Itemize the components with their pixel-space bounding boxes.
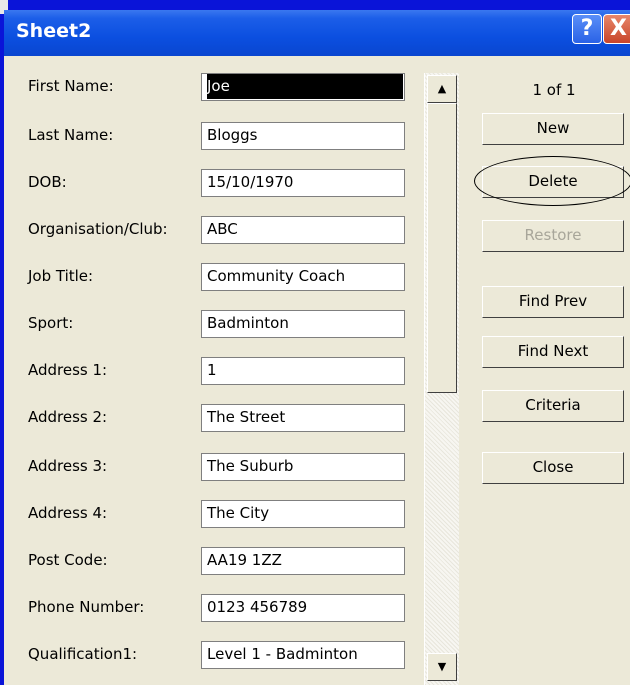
scroll-down-button[interactable]: ▼: [427, 653, 457, 681]
field-label: Last Name:: [28, 126, 114, 144]
phone-number-field[interactable]: 0123 456789: [201, 594, 405, 622]
close-icon: X: [610, 16, 627, 41]
address-2-field[interactable]: The Street: [201, 404, 405, 432]
arrow-down-icon: ▼: [437, 660, 447, 673]
close-button[interactable]: Close: [482, 452, 624, 484]
scroll-up-button[interactable]: ▲: [427, 75, 457, 103]
help-icon: ?: [580, 16, 594, 41]
field-label: Address 1:: [28, 361, 108, 379]
close-window-button[interactable]: X: [603, 14, 630, 44]
address-3-field[interactable]: The Suburb: [201, 453, 405, 481]
address-1-field[interactable]: 1: [201, 357, 405, 385]
field-label: Sport:: [28, 314, 74, 332]
field-label: Job Title:: [28, 267, 94, 285]
field-label: Qualification1:: [28, 645, 138, 663]
first-name-field[interactable]: Joe: [201, 73, 405, 101]
restore-button: Restore: [482, 220, 624, 252]
qualification-1-field[interactable]: Level 1 - Badminton: [201, 641, 405, 669]
new-button[interactable]: New: [482, 113, 624, 145]
title-bar[interactable]: Sheet2 ? X: [4, 10, 630, 56]
field-label: Organisation/Club:: [28, 220, 168, 238]
find-next-button[interactable]: Find Next: [482, 336, 624, 368]
field-label: First Name:: [28, 77, 114, 95]
field-label: Phone Number:: [28, 598, 145, 616]
field-label: Address 3:: [28, 457, 108, 475]
scroll-thumb[interactable]: [427, 103, 457, 393]
sport-field[interactable]: Badminton: [201, 310, 405, 338]
last-name-field[interactable]: Bloggs: [201, 122, 405, 150]
record-scrollbar[interactable]: ▲ ▼: [424, 73, 459, 685]
dob-field[interactable]: 15/10/1970: [201, 169, 405, 197]
arrow-up-icon: ▲: [437, 82, 447, 95]
field-label: DOB:: [28, 173, 67, 191]
window-title: Sheet2: [16, 20, 92, 42]
field-value: Joe: [207, 74, 403, 99]
field-label: Address 4:: [28, 504, 108, 522]
find-prev-button[interactable]: Find Prev: [482, 286, 624, 318]
criteria-button[interactable]: Criteria: [482, 390, 624, 422]
address-4-field[interactable]: The City: [201, 500, 405, 528]
data-form-window: Sheet2 ? X First Name: Joe Last Name: Bl…: [0, 0, 630, 685]
form-body: First Name: Joe Last Name: Bloggs DOB: 1…: [4, 56, 630, 685]
record-counter: 1 of 1: [532, 81, 576, 99]
field-label: Post Code:: [28, 551, 108, 569]
highlight-circle: [474, 156, 630, 206]
post-code-field[interactable]: AA19 1ZZ: [201, 547, 405, 575]
field-label: Address 2:: [28, 408, 108, 426]
help-button[interactable]: ?: [572, 14, 602, 44]
job-title-field[interactable]: Community Coach: [201, 263, 405, 291]
organisation-field[interactable]: ABC: [201, 216, 405, 244]
